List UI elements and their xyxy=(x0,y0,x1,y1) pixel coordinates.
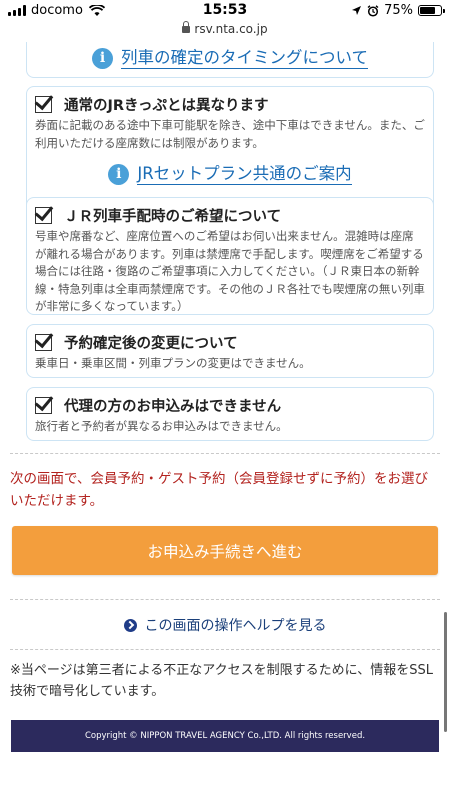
jr-set-plan-link-text: JRセットプラン共通のご案内 xyxy=(137,163,352,185)
checkbox-checked[interactable] xyxy=(35,206,52,224)
card-body: 券面に記載のある途中下車可能駅を除き、途中下車はできません。また、ご利用いただけ… xyxy=(35,118,425,150)
timing-link-text: 列車の確定のタイミングについて xyxy=(120,47,368,69)
timing-link[interactable]: i 列車の確定のタイミングについて xyxy=(35,44,425,72)
url-bar[interactable]: rsv.nta.co.jp xyxy=(0,21,450,42)
operation-help-link[interactable]: この画面の操作ヘルプを見る xyxy=(0,615,450,635)
member-guest-notice: 次の画面で、会員予約・ゲスト予約（会員登録せずに予約）をお選びいただけます。 xyxy=(10,471,428,509)
card-title: 予約確定後の変更について xyxy=(64,335,238,352)
checkbox-checked[interactable] xyxy=(35,95,52,113)
card-timing: i 列車の確定のタイミングについて xyxy=(26,42,434,78)
info-icon: i xyxy=(108,163,130,185)
operation-help-link-text: この画面の操作ヘルプを見る xyxy=(144,618,327,634)
card-proxy: 代理の方のお申込みはできません 旅行者と予約者が異なるお申込みはできません。 xyxy=(26,387,434,441)
card-change: 予約確定後の変更について 乗車日・乗車区間・列車プランの変更はできません。 xyxy=(26,324,434,378)
battery-icon xyxy=(418,5,445,16)
battery-percent: 75% xyxy=(384,3,413,18)
scrollbar[interactable] xyxy=(444,612,447,732)
divider xyxy=(10,599,440,600)
card-title: 通常のJRきっぷとは異なります xyxy=(64,97,269,114)
chevron-right-circle-icon xyxy=(123,618,137,632)
checkbox-checked[interactable] xyxy=(35,396,52,414)
lock-icon xyxy=(182,21,191,33)
ssl-note: ※当ページは第三者による不正なアクセスを制限するために、情報をSSL技術で暗号化… xyxy=(10,663,433,699)
footer-copyright: Copyright © NIPPON TRAVEL AGENCY Co.,LTD… xyxy=(11,720,439,752)
card-body: 号車や席番など、座席位置へのご希望はお伺い出来ません。混雑時は座席が離れる場合が… xyxy=(35,229,425,313)
alarm-icon xyxy=(367,4,379,17)
card-seat: ＪＲ列車手配時のご希望について 号車や席番など、座席位置へのご希望はお伺い出来ま… xyxy=(26,197,434,315)
card-title: ＪＲ列車手配時のご希望について xyxy=(64,208,282,225)
card-body: 乗車日・乗車区間・列車プランの変更はできません。 xyxy=(35,356,311,370)
url-text: rsv.nta.co.jp xyxy=(194,22,268,36)
info-icon: i xyxy=(91,47,113,69)
checkbox-checked[interactable] xyxy=(35,333,52,351)
page-content: i 列車の確定のタイミングについて 通常のJRきっぷとは異なります 券面に記載の… xyxy=(0,42,450,800)
proceed-button[interactable]: お申込み手続きへ進む xyxy=(12,526,438,575)
card-title: 代理の方のお申込みはできません xyxy=(64,398,282,415)
location-arrow-icon xyxy=(352,6,362,15)
status-bar: docomo 15:53 75% xyxy=(0,0,450,22)
jr-set-plan-link[interactable]: i JRセットプラン共通のご案内 xyxy=(35,160,425,188)
card-body: 旅行者と予約者が異なるお申込みはできません。 xyxy=(35,419,288,433)
divider xyxy=(10,649,440,650)
divider xyxy=(10,453,440,454)
